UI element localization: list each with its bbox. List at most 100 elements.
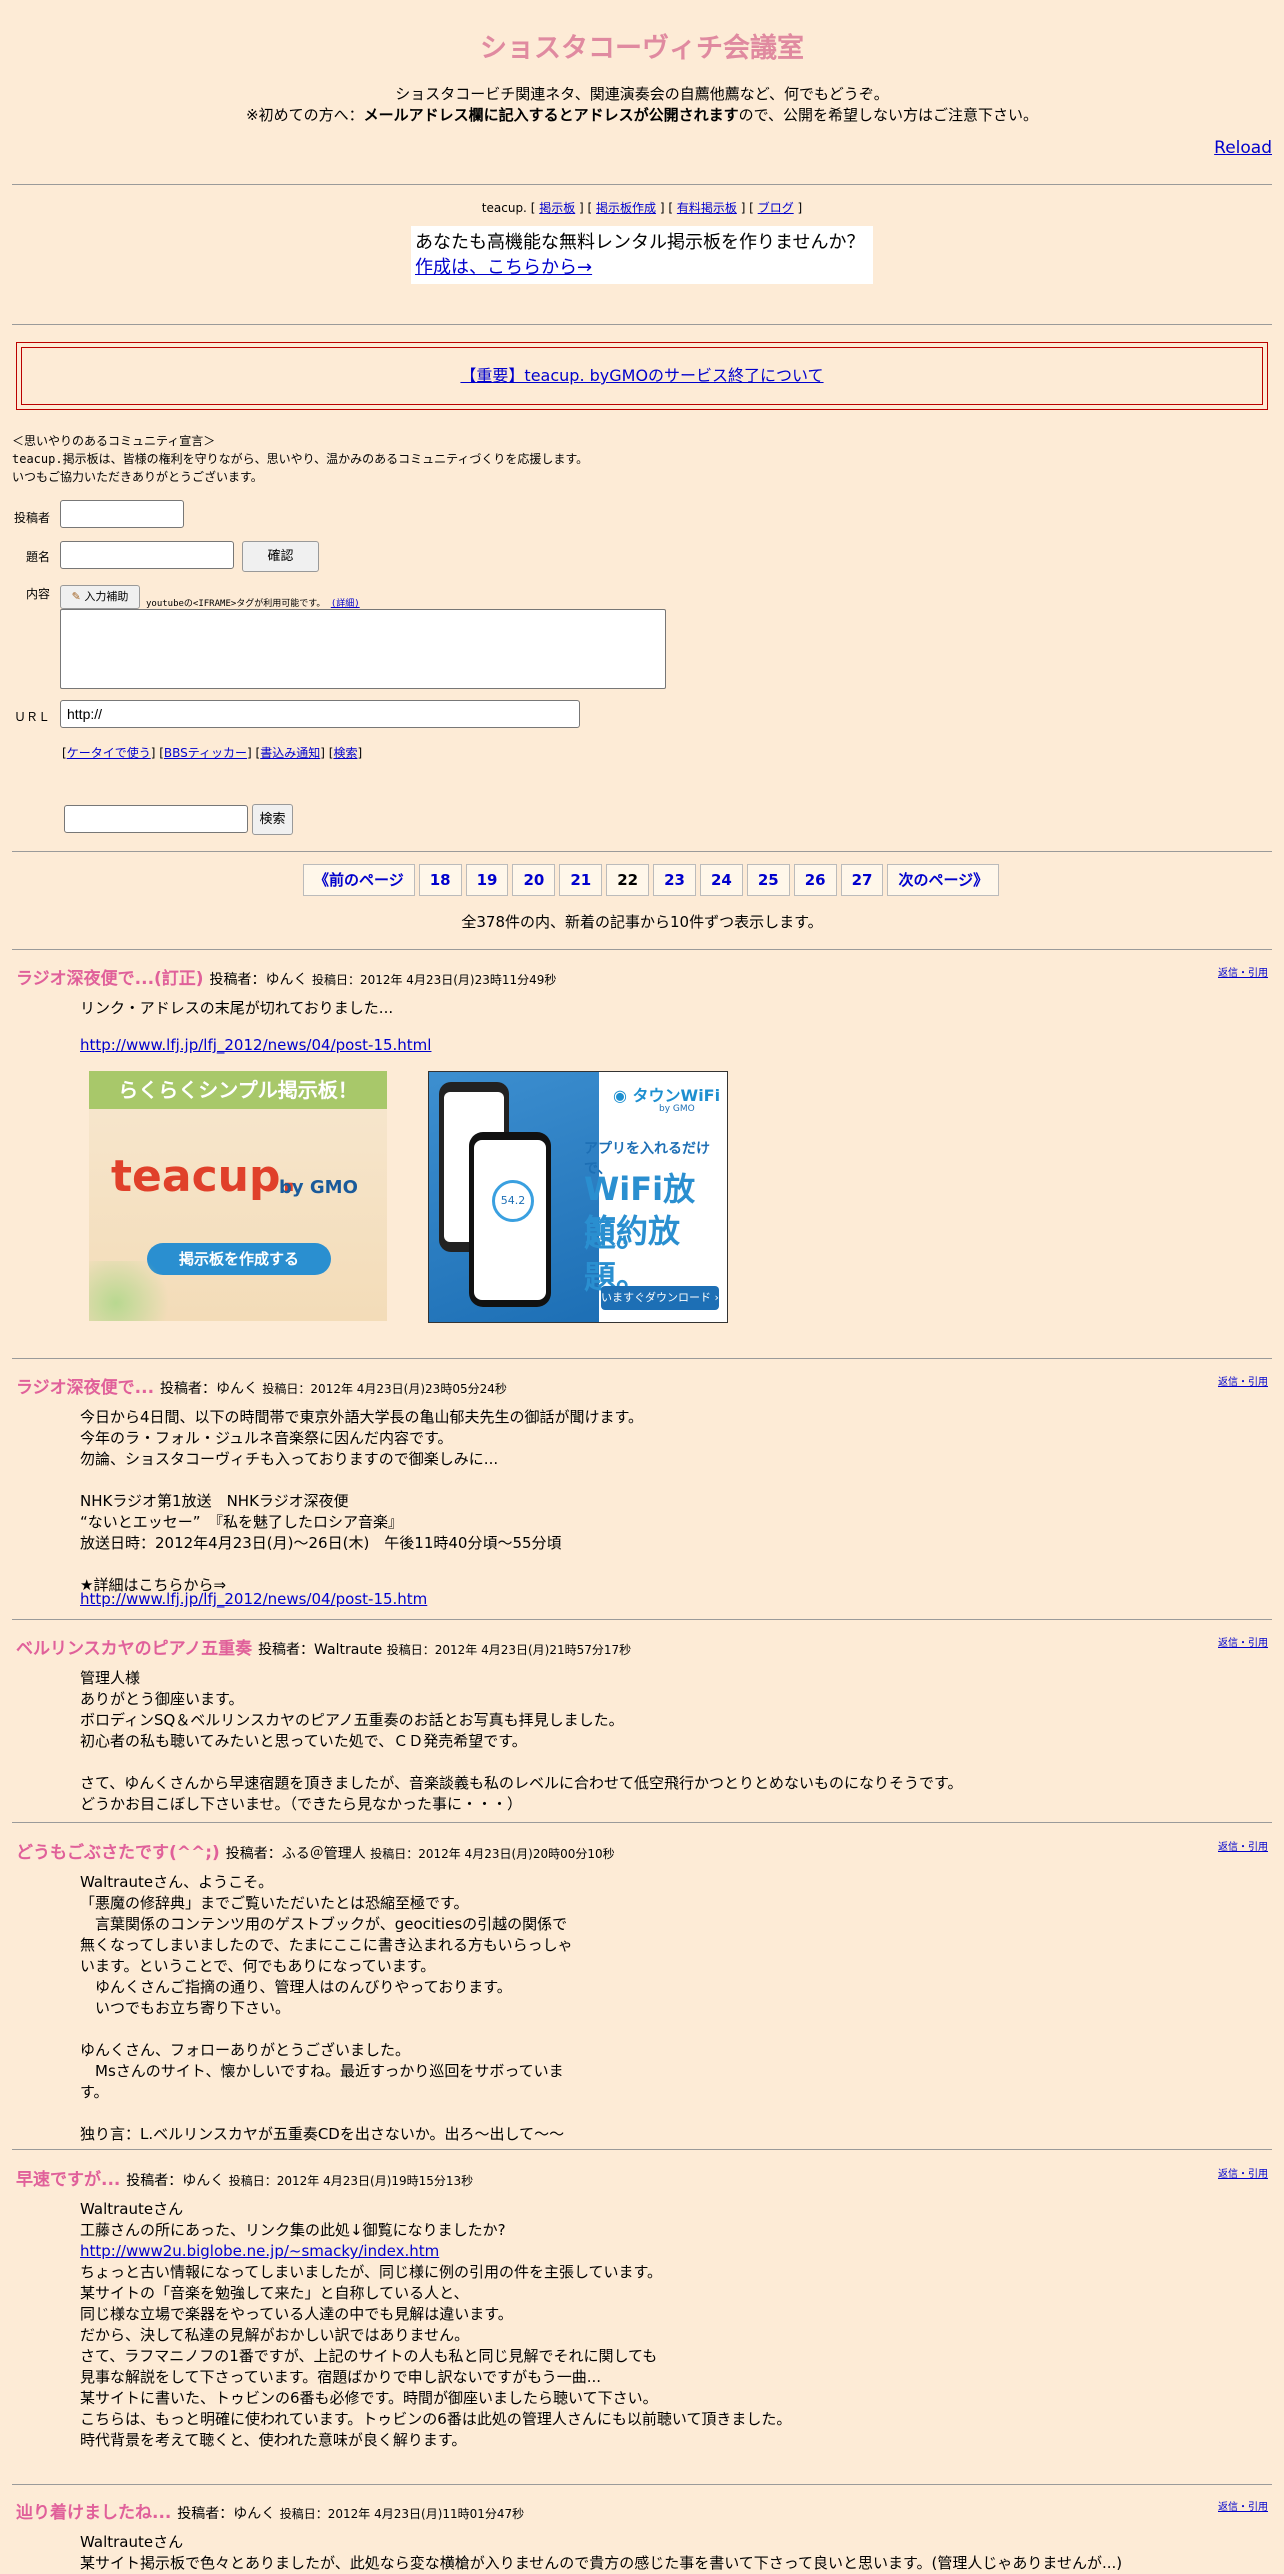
search-link[interactable]: 検索 — [333, 746, 357, 760]
detail-link[interactable]: (詳細) — [331, 599, 360, 609]
ad1-logo-by: by GMO — [279, 1177, 358, 1198]
post-header: どうもごぶさたです(^^;) 投稿者：ふる＠管理人 投稿日：2012年 4月23… — [16, 1838, 615, 1863]
page-link[interactable]: 21 — [559, 864, 603, 896]
subject-label: 題名 — [26, 550, 51, 564]
divider — [12, 949, 1272, 950]
post-header: ラジオ深夜便で...(訂正) 投稿者：ゆんく 投稿日：2012年 4月23日(月… — [16, 964, 556, 989]
declaration-line: teacup.掲示板は、皆様の権利を守りながら、思いやり、温かみのあるコミュニテ… — [12, 452, 589, 466]
reply-link[interactable]: 返信・引用 — [1218, 2165, 1268, 2180]
post-body: 管理人様 ありがとう御座います。 ボロディンSQ＆ベルリンスカヤのピアノ五重奏の… — [80, 1669, 963, 1813]
post-link[interactable]: http://www2u.biglobe.ne.jp/~smacky/index… — [80, 2241, 439, 2262]
ad2-line2: 節約放題。 — [584, 1212, 681, 1296]
current-page: 22 — [606, 864, 650, 896]
nav-link-blog[interactable]: ブログ — [758, 201, 794, 215]
search-button[interactable]: 検索 — [252, 804, 293, 835]
rental-promo-link[interactable]: 作成は、こちらから→ — [415, 257, 592, 278]
assist-icon: ✎ — [71, 590, 81, 603]
bbs-ticker-link[interactable]: BBSティッカー — [164, 746, 247, 760]
reply-link[interactable]: 返信・引用 — [1218, 964, 1268, 979]
declaration-title: ＜思いやりのあるコミュニティ宣言＞ — [12, 434, 216, 448]
nav-link-paid-bbs[interactable]: 有料掲示板 — [677, 201, 737, 215]
content-label: 内容 — [26, 587, 51, 601]
page-link[interactable]: 27 — [840, 864, 884, 896]
post-body: 今日から4日間、以下の時間帯で東京外語大学長の亀山郁夫先生の御話が聞けます。 今… — [80, 1408, 644, 1594]
post-author: 投稿者：ゆんく — [209, 972, 308, 988]
page-link[interactable]: 20 — [512, 864, 556, 896]
post-notify-link[interactable]: 書込み通知 — [260, 746, 320, 760]
post-date: 投稿日：2012年 4月23日(月)23時05分24秒 — [262, 1382, 507, 1396]
post-author: 投稿者：ゆんく — [177, 2506, 276, 2522]
divider — [12, 2149, 1272, 2150]
post-author: 投稿者：Waltraute — [258, 1642, 383, 1658]
page-title: ショスタコーヴィチ会議室 — [480, 33, 804, 64]
confirm-button[interactable]: 確認 — [242, 541, 319, 572]
page-link[interactable]: 18 — [418, 864, 462, 896]
town-wifi-ad-banner[interactable]: 54.2 ◉ タウンWiFi by GMO アプリを入れるだけで、 WiFi放題… — [428, 1071, 728, 1323]
reload-link[interactable]: Reload — [1214, 138, 1272, 158]
next-page-button[interactable]: 次のページ》 — [887, 864, 1000, 896]
rental-promo: あなたも高機能な無料レンタル掲示板を作りませんか？ 作成は、こちらから→ — [411, 226, 873, 284]
page-link[interactable]: 24 — [699, 864, 743, 896]
ad2-brand-by: by GMO — [659, 1104, 695, 1114]
nav-link-bbs[interactable]: 掲示板 — [539, 201, 575, 215]
intro-text: ショスタコービチ関連ネタ、関連演奏会の自薦他薦など、何でもどうぞ。 ※初めての方… — [0, 84, 1284, 126]
divider — [12, 2484, 1272, 2485]
ad1-tagline: らくらくシンプル掲示板！ — [89, 1071, 387, 1109]
page-link[interactable]: 25 — [746, 864, 790, 896]
post-title: ラジオ深夜便で... — [16, 1378, 155, 1398]
form-links: [ケータイで使う] [BBSティッカー] [書込み通知] [検索] — [62, 746, 363, 760]
reply-link[interactable]: 返信・引用 — [1218, 1373, 1268, 1388]
notice-box: 【重要】teacup. byGMOのサービス終了について — [16, 342, 1268, 410]
nav-link-create-bbs[interactable]: 掲示板作成 — [596, 201, 656, 215]
youtube-note: youtubeの<IFRAME>タグが利用可能です。 (詳細) — [146, 599, 360, 609]
reply-link[interactable]: 返信・引用 — [1218, 1838, 1268, 1853]
post-header: 辿り着けましたね... 投稿者：ゆんく 投稿日：2012年 4月23日(月)11… — [16, 2498, 524, 2523]
mobile-link[interactable]: ケータイで使う — [67, 746, 151, 760]
divider — [12, 184, 1272, 185]
post-date: 投稿日：2012年 4月23日(月)11時01分47秒 — [279, 2507, 525, 2521]
content-textarea[interactable] — [60, 609, 666, 689]
page-link[interactable]: 23 — [653, 864, 696, 896]
ad2-download-button[interactable]: いますぐダウンロード › — [601, 1286, 719, 1310]
speed-gauge: 54.2 — [492, 1180, 534, 1222]
name-input[interactable] — [60, 500, 184, 528]
divider — [12, 851, 1272, 852]
post-body: Waltrauteさん 工藤さんの所にあった、リンク集の此処↓御覧になりましたか… — [80, 2200, 506, 2239]
post-link[interactable]: http://www.lfj.jp/lfj_2012/news/04/post-… — [80, 1589, 427, 1610]
divider — [12, 324, 1272, 325]
pagination: 《前のページ 18 19 20 21 22 23 24 25 26 27 次のペ… — [303, 864, 1000, 896]
post-title: どうもごぶさたです(^^;) — [16, 1843, 220, 1863]
reply-link[interactable]: 返信・引用 — [1218, 2498, 1268, 2513]
page-link[interactable]: 26 — [793, 864, 837, 896]
ad2-brand: ◉ タウンWiFi — [613, 1086, 721, 1105]
page-link[interactable]: 19 — [465, 864, 509, 896]
divider — [12, 1619, 1272, 1620]
wifi-icon: ◉ — [613, 1086, 627, 1105]
post-link[interactable]: http://www.lfj.jp/lfj_2012/news/04/post-… — [80, 1035, 431, 1056]
intro-line-2: ※初めての方へ：メールアドレス欄に記入するとアドレスが公開されますので、公開を希… — [246, 106, 1038, 124]
post-date: 投稿日：2012年 4月23日(月)21時57分17秒 — [386, 1643, 632, 1657]
post-author: 投稿者：ゆんく — [159, 1381, 258, 1397]
teacup-ad-banner[interactable]: らくらくシンプル掲示板！ teacup. by GMO 掲示板を作成する — [89, 1071, 387, 1321]
input-assist-button[interactable]: ✎ 入力補助 — [60, 585, 140, 609]
rental-promo-text: あなたも高機能な無料レンタル掲示板を作りませんか？ — [415, 232, 865, 253]
post-author: 投稿者：ふる＠管理人 — [225, 1846, 366, 1862]
declaration-line: いつもご協力いただきありがとうございます。 — [12, 470, 263, 484]
community-declaration: ＜思いやりのあるコミュニティ宣言＞ teacup.掲示板は、皆様の権利を守りなが… — [12, 432, 1284, 486]
reply-link[interactable]: 返信・引用 — [1218, 1634, 1268, 1649]
service-end-notice-link[interactable]: 【重要】teacup. byGMOのサービス終了について — [460, 366, 823, 385]
post-header: ラジオ深夜便で... 投稿者：ゆんく 投稿日：2012年 4月23日(月)23時… — [16, 1373, 507, 1398]
intro-line-1: ショスタコービチ関連ネタ、関連演奏会の自薦他薦など、何でもどうぞ。 — [395, 85, 889, 103]
name-label: 投稿者 — [14, 511, 51, 525]
prev-page-button[interactable]: 《前のページ — [303, 864, 415, 896]
teacup-logo: teacup. — [111, 1151, 298, 1202]
post-body: Waltrauteさん、ようこそ。 「悪魔の修辞典」までご覧いただいたとは恐縮至… — [80, 1873, 573, 2143]
post-header: ベルリンスカヤのピアノ五重奏 投稿者：Waltraute 投稿日：2012年 4… — [16, 1634, 631, 1659]
post-date: 投稿日：2012年 4月23日(月)19時15分13秒 — [228, 2174, 474, 2188]
url-input[interactable] — [60, 700, 580, 728]
subject-input[interactable] — [60, 541, 234, 569]
search-input[interactable] — [64, 805, 248, 833]
phone-front: 54.2 — [469, 1132, 551, 1307]
post-title: ベルリンスカヤのピアノ五重奏 — [16, 1639, 253, 1659]
post-author: 投稿者：ゆんく — [126, 2173, 225, 2189]
